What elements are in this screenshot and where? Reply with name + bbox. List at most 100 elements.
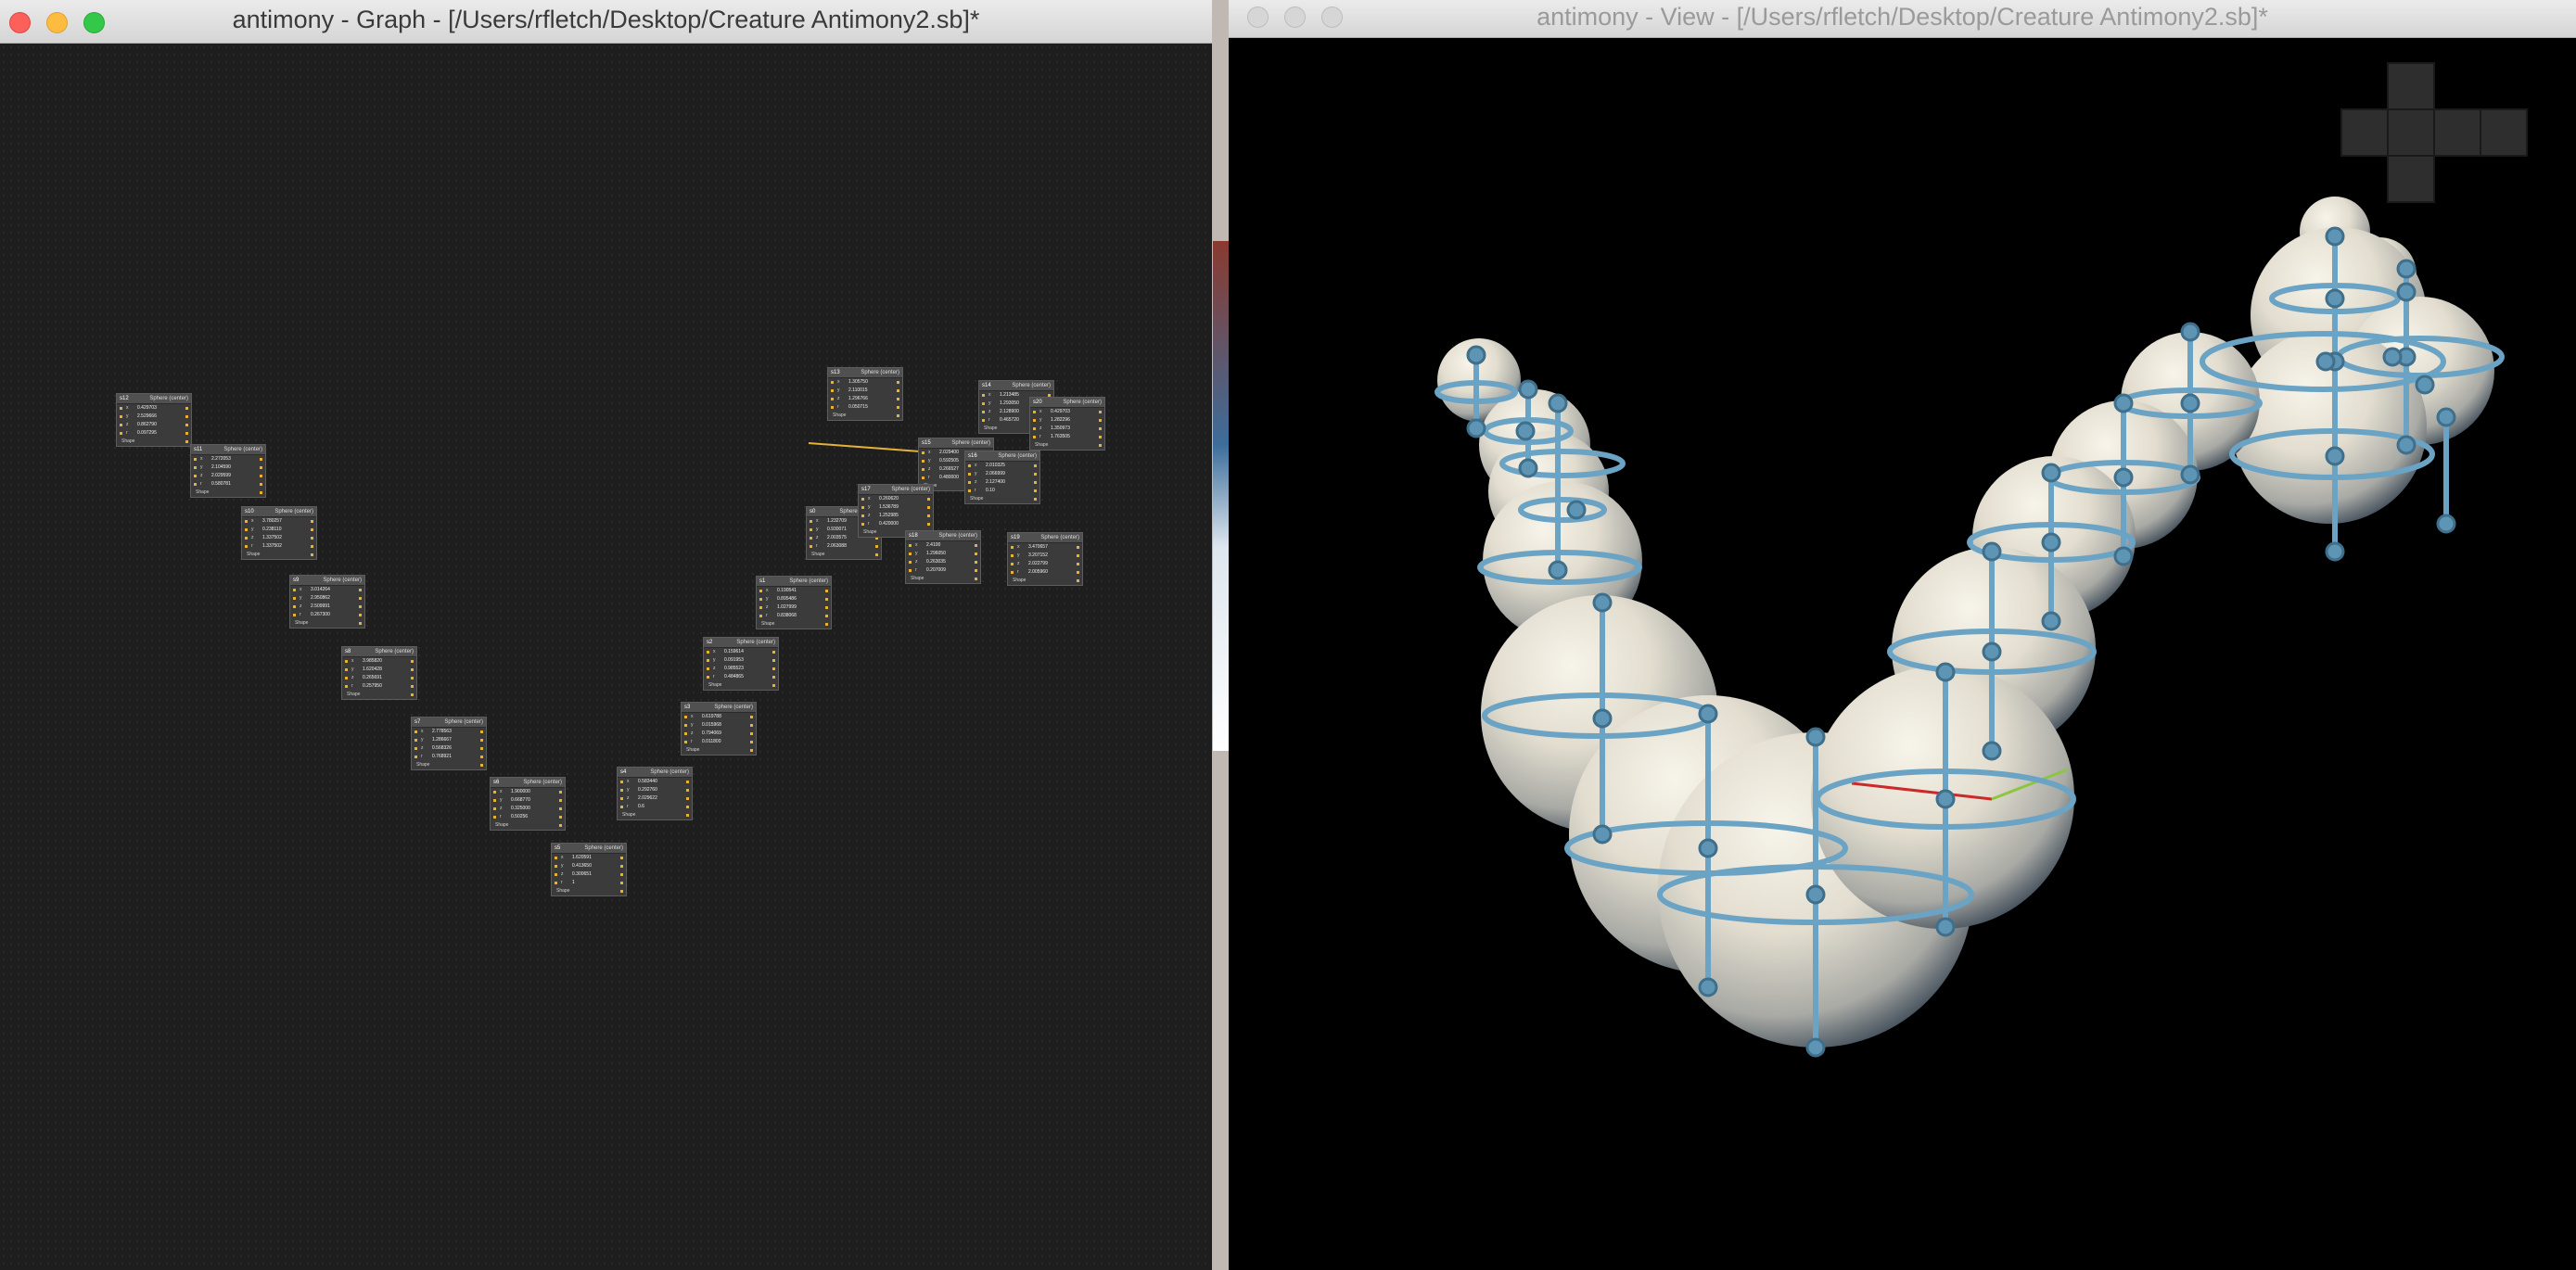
node-name[interactable]: s19	[1011, 533, 1020, 542]
node-param-x[interactable]: x 3.780257	[242, 517, 316, 526]
param-value[interactable]: 0.190541	[777, 587, 797, 595]
graph-node-s2[interactable]: s2 Sphere (center) x 0.159614 y 0.091953 z 0.98…	[703, 637, 779, 691]
input-port[interactable]	[194, 483, 197, 486]
input-port[interactable]	[245, 528, 248, 531]
node-param-z[interactable]: z 0.862790	[117, 421, 191, 429]
node-header[interactable]: s18 Sphere (center)	[906, 531, 980, 541]
input-port[interactable]	[345, 677, 348, 679]
param-value[interactable]: 0.325000	[511, 805, 530, 813]
input-port[interactable]	[861, 523, 864, 526]
output-port[interactable]	[185, 432, 188, 435]
node-param-z[interactable]: z 1.027999	[757, 603, 831, 612]
output-port[interactable]	[185, 424, 188, 426]
input-port[interactable]	[194, 475, 197, 477]
shape-output-port[interactable]	[411, 693, 414, 696]
input-port[interactable]	[759, 615, 762, 617]
output-port[interactable]	[772, 667, 775, 670]
node-param-x[interactable]: x 0.429703	[117, 404, 191, 413]
node-shape-output[interactable]: Shape	[1008, 577, 1082, 585]
output-port[interactable]	[686, 806, 689, 808]
node-param-r[interactable]: r 0.580781	[191, 480, 265, 489]
output-port[interactable]	[686, 789, 689, 792]
param-value[interactable]: 2.127400	[986, 478, 1005, 487]
output-port[interactable]	[359, 605, 362, 608]
node-header[interactable]: s19 Sphere (center)	[1008, 533, 1082, 543]
node-name[interactable]: s3	[684, 703, 690, 712]
output-port[interactable]	[1077, 563, 1079, 565]
input-port[interactable]	[831, 381, 834, 384]
node-param-r[interactable]: r 0.207009	[906, 566, 980, 575]
output-port[interactable]	[975, 561, 977, 564]
param-value[interactable]: 2.950862	[311, 594, 330, 603]
node-param-y[interactable]: y 2.950862	[290, 594, 364, 603]
graph-node-s11[interactable]: s11 Sphere (center) x 2.272053 y 2.104590 z 2.0…	[190, 444, 266, 498]
node-shape-output[interactable]: Shape	[117, 438, 191, 446]
node-param-y[interactable]: y 0.015968	[682, 721, 756, 730]
node-name[interactable]: s10	[245, 507, 254, 516]
input-port[interactable]	[493, 791, 496, 794]
node-header[interactable]: s2 Sphere (center)	[704, 638, 778, 648]
input-port[interactable]	[922, 468, 925, 471]
param-value[interactable]: 2.029622	[638, 794, 657, 803]
param-value[interactable]: 2.128900	[1000, 408, 1019, 416]
node-header[interactable]: s11 Sphere (center)	[191, 445, 265, 455]
param-value[interactable]: 3.014264	[311, 586, 330, 594]
output-port[interactable]	[897, 389, 899, 392]
input-port[interactable]	[1011, 571, 1014, 574]
param-value[interactable]: 0.768921	[432, 753, 452, 761]
node-shape-output[interactable]: Shape	[552, 887, 626, 895]
node-name[interactable]: s9	[293, 576, 299, 585]
3d-viewport[interactable]	[1229, 38, 2576, 1270]
param-value[interactable]: 0.480000	[939, 474, 959, 482]
param-value[interactable]: 3.780257	[262, 517, 282, 526]
input-port[interactable]	[861, 498, 864, 501]
node-param-r[interactable]: r 0.838068	[757, 612, 831, 620]
node-param-x[interactable]: x 2.4100	[906, 541, 980, 550]
output-port[interactable]	[260, 458, 262, 461]
shape-output-port[interactable]	[620, 890, 623, 893]
node-name[interactable]: s14	[982, 381, 991, 390]
param-value[interactable]: 2.029400	[939, 449, 959, 457]
node-shape-output[interactable]: Shape	[290, 619, 364, 628]
node-param-z[interactable]: z 0.325000	[491, 805, 565, 813]
node-shape-output[interactable]: Shape	[682, 746, 756, 755]
node-name[interactable]: s16	[968, 451, 977, 461]
input-port[interactable]	[293, 614, 296, 616]
input-port[interactable]	[684, 724, 687, 727]
param-value[interactable]: 1.900000	[511, 788, 530, 796]
param-value[interactable]: 0.257950	[363, 682, 382, 691]
node-name[interactable]: s12	[120, 394, 129, 403]
param-value[interactable]: 0.895486	[777, 595, 797, 603]
input-port[interactable]	[861, 514, 864, 517]
input-port[interactable]	[620, 781, 623, 783]
node-param-r[interactable]: r1	[552, 879, 626, 887]
graph-node-s12[interactable]: s12 Sphere (center) x 0.429703 y 2.529666 z 0.8…	[116, 393, 192, 447]
param-value[interactable]: 2.272053	[211, 455, 231, 464]
node-name[interactable]: s6	[493, 778, 499, 787]
output-port[interactable]	[750, 741, 753, 743]
param-value[interactable]: 0.091953	[724, 656, 744, 665]
input-port[interactable]	[922, 460, 925, 463]
node-param-y[interactable]: y 2.066999	[965, 470, 1039, 478]
param-value[interactable]: 3.470657	[1028, 543, 1048, 552]
param-value[interactable]: 0.429703	[137, 404, 157, 413]
node-header[interactable]: s20 Sphere (center)	[1030, 398, 1104, 408]
node-shape-output[interactable]: Shape	[491, 821, 565, 830]
node-shape-output[interactable]: Shape	[807, 551, 881, 559]
output-port[interactable]	[772, 651, 775, 654]
node-param-z[interactable]: z 0.568326	[412, 744, 486, 753]
node-param-y[interactable]: y 0.413650	[552, 862, 626, 870]
param-value[interactable]: 1.252985	[879, 512, 899, 520]
node-header[interactable]: s13 Sphere (center)	[828, 368, 902, 378]
node-param-z[interactable]: z 2.029599	[191, 472, 265, 480]
graph-node-s5[interactable]: s5 Sphere (center) x 1.620591 y 0.413650 z 0.30…	[551, 843, 627, 896]
node-header[interactable]: s17 Sphere (center)	[859, 485, 933, 495]
node-param-r[interactable]: r 0.10	[965, 487, 1039, 495]
shape-output-port[interactable]	[559, 824, 562, 827]
input-port[interactable]	[620, 797, 623, 800]
shape-output-port[interactable]	[480, 764, 483, 767]
input-port[interactable]	[555, 882, 557, 884]
input-port[interactable]	[620, 789, 623, 792]
output-port[interactable]	[897, 406, 899, 409]
view-cube[interactable]	[2340, 62, 2528, 203]
